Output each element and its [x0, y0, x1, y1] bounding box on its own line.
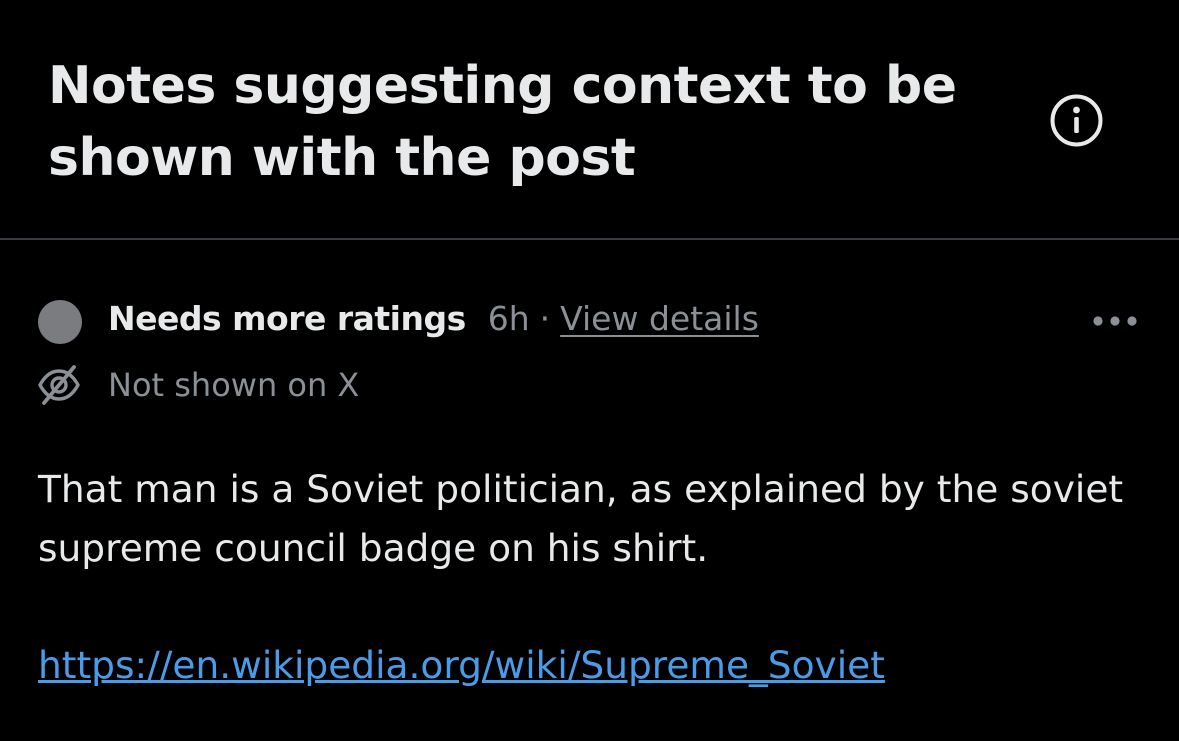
meta-separator: ·: [539, 298, 551, 338]
info-circle-icon: [1050, 94, 1103, 147]
view-details-link[interactable]: View details: [560, 299, 759, 338]
status-label: Needs more ratings: [108, 298, 466, 338]
page-title: Notes suggesting context to be shown wit…: [48, 56, 957, 188]
timestamp: 6h: [487, 298, 530, 338]
visibility-status-row: Not shown on X: [36, 360, 359, 410]
status-indicator-dot: [38, 300, 82, 344]
info-button[interactable]: [1049, 93, 1104, 148]
not-shown-label: Not shown on X: [108, 366, 360, 404]
note-source-link[interactable]: https://en.wikipedia.org/wiki/Supreme_So…: [38, 636, 885, 695]
note-body-text: That man is a Soviet politician, as expl…: [38, 467, 1124, 570]
more-options-button[interactable]: [1090, 308, 1140, 334]
note-meta-row: Needs more ratings 6h · View details: [108, 292, 759, 344]
more-horizontal-icon: [1093, 316, 1137, 326]
eye-slash-icon: [38, 365, 80, 405]
notes-header: Notes suggesting context to be shown wit…: [0, 0, 1179, 239]
